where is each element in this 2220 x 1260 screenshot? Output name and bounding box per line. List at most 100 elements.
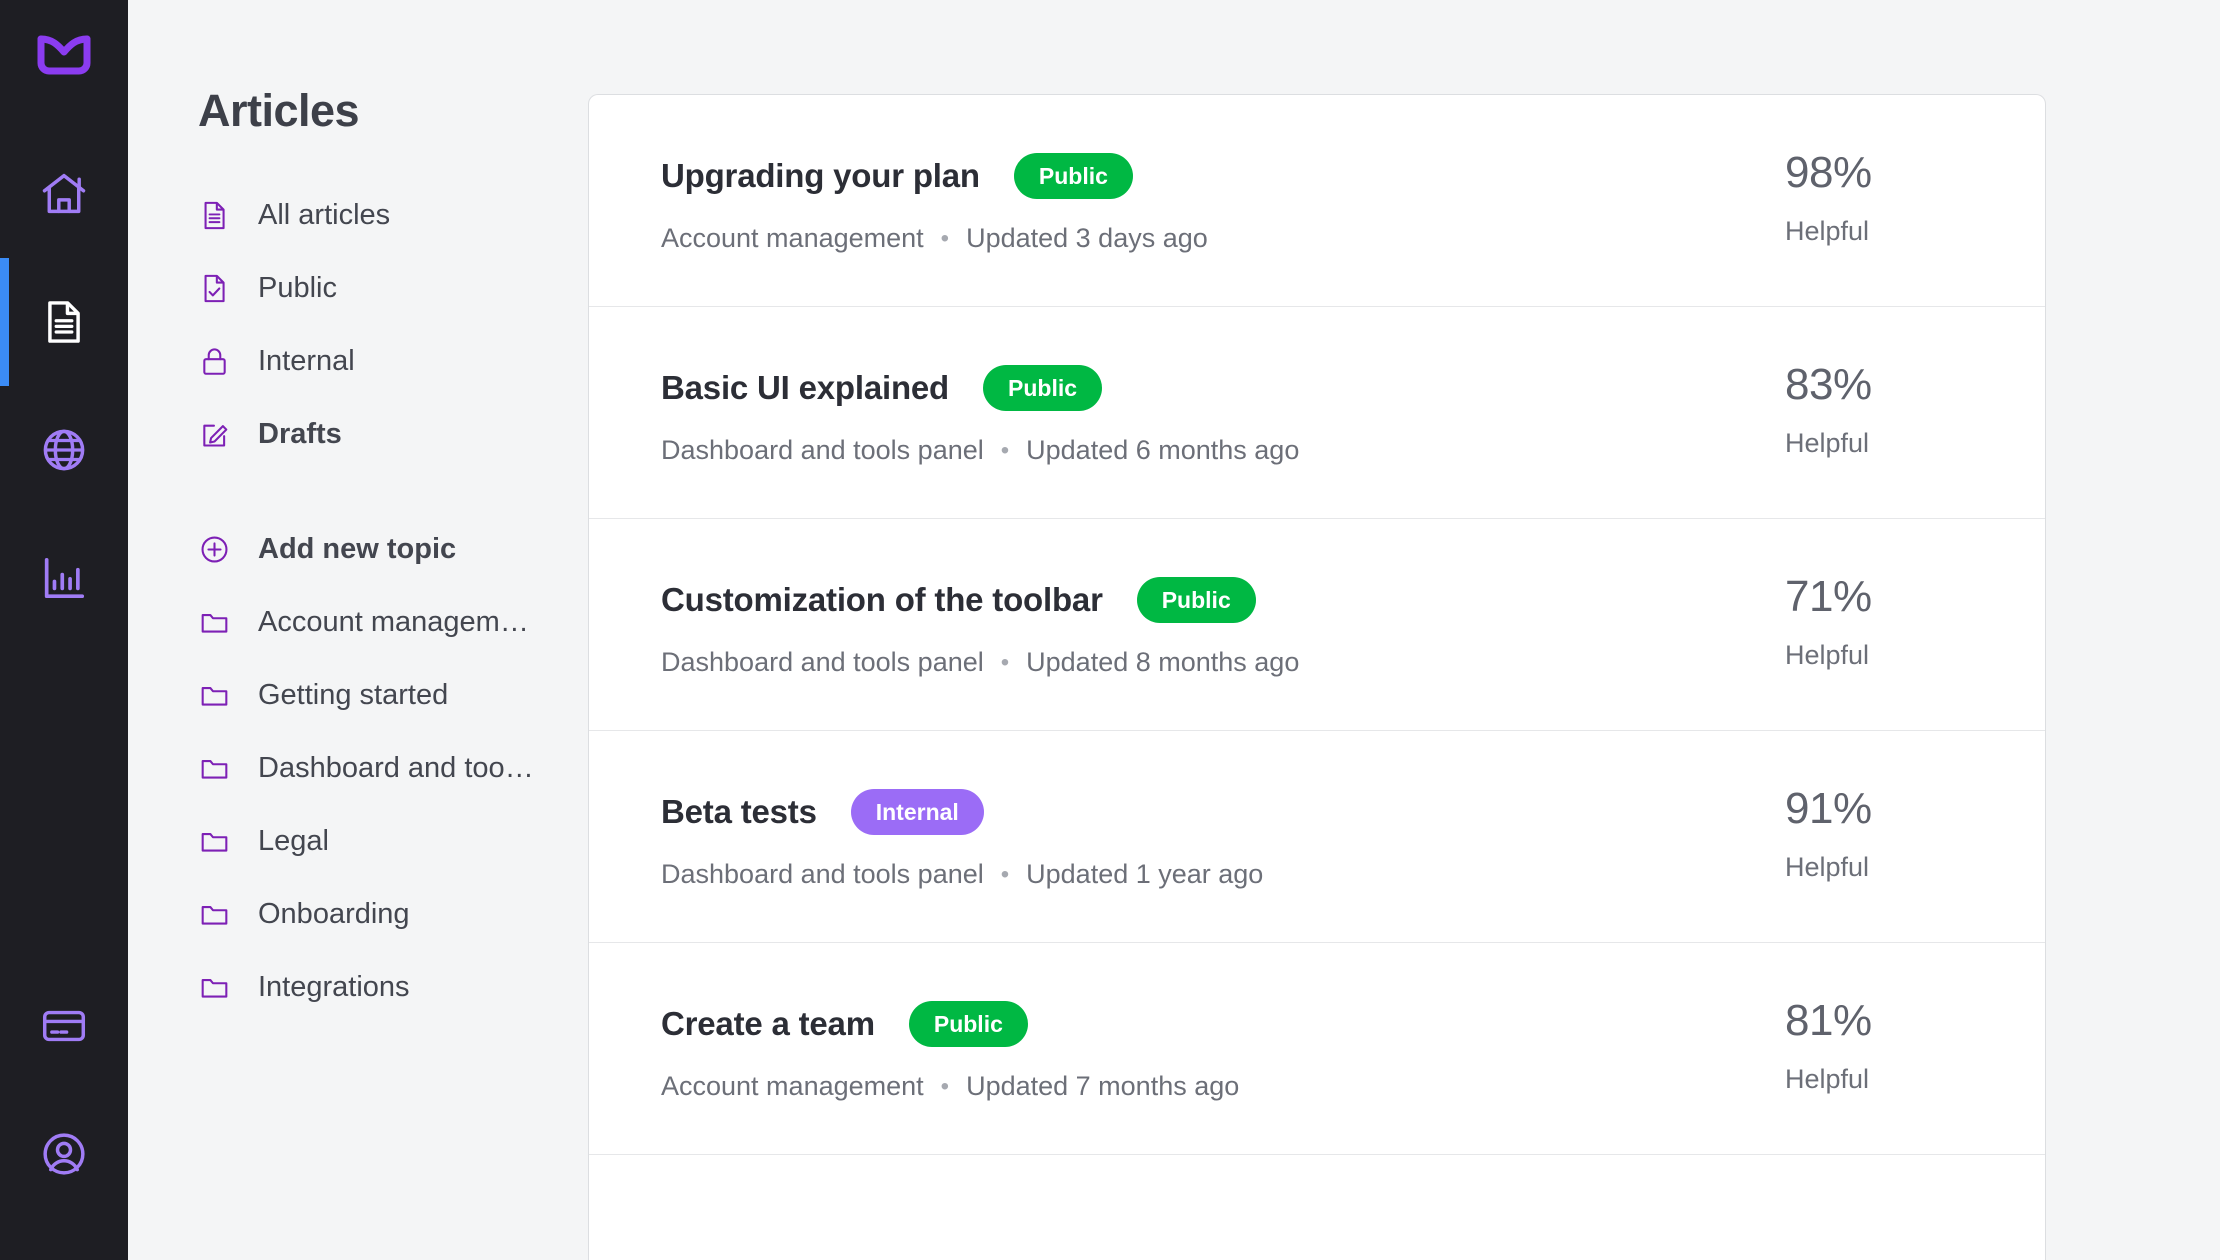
sidebar-item-label: Onboarding: [258, 898, 410, 931]
sidebar-item-account-management[interactable]: Account management: [198, 596, 588, 648]
article-title: Create a team: [661, 1005, 875, 1043]
article-topic: Account management: [661, 223, 924, 254]
active-indicator: [0, 258, 9, 386]
rail-primary-group: [0, 130, 128, 642]
articles-card: Upgrading your plan Public Account manag…: [588, 94, 2046, 1260]
article-heading: Basic UI explained Public: [661, 363, 1715, 413]
rail-item-account[interactable]: [0, 1090, 128, 1218]
sidebar-item-label: Internal: [258, 345, 355, 378]
article-title: Customization of the toolbar: [661, 581, 1103, 619]
article-updated: Updated 7 months ago: [966, 1071, 1239, 1102]
meta-separator: •: [1001, 863, 1009, 887]
score-label: Helpful: [1785, 640, 2045, 671]
article-heading: Create a team Public: [661, 999, 1715, 1049]
sidebar-item-public[interactable]: Public: [198, 262, 588, 314]
rail-item-website[interactable]: [0, 386, 128, 514]
article-updated: Updated 3 days ago: [966, 223, 1208, 254]
article-score: 81% Helpful: [1715, 999, 2045, 1095]
status-badge: Public: [1137, 577, 1256, 623]
folder-icon: [198, 606, 236, 639]
article-topic: Dashboard and tools panel: [661, 647, 984, 678]
article-score: 71% Helpful: [1715, 575, 2045, 671]
rail-item-billing[interactable]: [0, 962, 128, 1090]
sidebar-item-add-new-topic[interactable]: Add new topic: [198, 523, 588, 575]
rail-item-home[interactable]: [0, 130, 128, 258]
sidebar-item-label: Add new topic: [258, 533, 456, 566]
rail-item-articles[interactable]: [0, 258, 128, 386]
app-logo[interactable]: [33, 26, 95, 88]
article-topic: Dashboard and tools panel: [661, 859, 984, 890]
pencil-square-icon: [198, 418, 236, 451]
meta-separator: •: [941, 227, 949, 251]
folder-icon: [198, 898, 236, 931]
article-updated: Updated 6 months ago: [1026, 435, 1299, 466]
sidebar-item-integrations[interactable]: Integrations: [198, 961, 588, 1013]
status-badge: Internal: [851, 789, 984, 835]
articles-sidebar: Articles All articles: [128, 0, 588, 1260]
sidebar-filter-list: All articles Public: [198, 189, 588, 1013]
article-topic: Dashboard and tools panel: [661, 435, 984, 466]
article-info: Beta tests Internal Dashboard and tools …: [661, 787, 1715, 890]
sidebar-item-getting-started[interactable]: Getting started: [198, 669, 588, 721]
table-row[interactable]: Beta tests Internal Dashboard and tools …: [589, 731, 2045, 943]
article-title: Upgrading your plan: [661, 157, 980, 195]
article-meta: Dashboard and tools panel • Updated 8 mo…: [661, 647, 1715, 678]
page-title: Articles: [198, 88, 588, 133]
sidebar-item-label: Drafts: [258, 418, 342, 451]
sidebar-item-label: Public: [258, 272, 337, 305]
plus-circle-icon: [198, 533, 236, 566]
document-check-icon: [198, 272, 236, 305]
article-score: 91% Helpful: [1715, 787, 2045, 883]
sidebar-item-dashboard-and-tools[interactable]: Dashboard and tools…: [198, 742, 588, 794]
score-percent: 81%: [1785, 999, 2045, 1043]
article-info: Customization of the toolbar Public Dash…: [661, 575, 1715, 678]
table-row[interactable]: Upgrading your plan Public Account manag…: [589, 95, 2045, 307]
table-row[interactable]: Create a team Public Account management …: [589, 943, 2045, 1155]
sidebar-item-legal[interactable]: Legal: [198, 815, 588, 867]
article-updated: Updated 8 months ago: [1026, 647, 1299, 678]
article-updated: Updated 1 year ago: [1026, 859, 1263, 890]
score-label: Helpful: [1785, 428, 2045, 459]
article-score: 98% Helpful: [1715, 151, 2045, 247]
table-row[interactable]: Basic UI explained Public Dashboard and …: [589, 307, 2045, 519]
folder-icon: [198, 971, 236, 1004]
sidebar-item-label: Legal: [258, 825, 329, 858]
score-percent: 71%: [1785, 575, 2045, 619]
article-info: Upgrading your plan Public Account manag…: [661, 151, 1715, 254]
table-row-partial[interactable]: [589, 1155, 2045, 1260]
folder-icon: [198, 825, 236, 858]
score-percent: 98%: [1785, 151, 2045, 195]
article-title: Beta tests: [661, 793, 817, 831]
article-topic: Account management: [661, 1071, 924, 1102]
sidebar-item-label: All articles: [258, 199, 390, 232]
article-title: Basic UI explained: [661, 369, 949, 407]
table-row[interactable]: Customization of the toolbar Public Dash…: [589, 519, 2045, 731]
score-label: Helpful: [1785, 852, 2045, 883]
sidebar-item-all-articles[interactable]: All articles: [198, 189, 588, 241]
article-info: Create a team Public Account management …: [661, 999, 1715, 1102]
lock-icon: [198, 345, 236, 378]
score-label: Helpful: [1785, 216, 2045, 247]
status-badge: Public: [983, 365, 1102, 411]
document-lines-icon: [198, 199, 236, 232]
article-heading: Upgrading your plan Public: [661, 151, 1715, 201]
sidebar-item-internal[interactable]: Internal: [198, 335, 588, 387]
score-percent: 83%: [1785, 363, 2045, 407]
sidebar-item-label: Integrations: [258, 971, 410, 1004]
score-label: Helpful: [1785, 1064, 2045, 1095]
article-heading: Customization of the toolbar Public: [661, 575, 1715, 625]
article-info: Basic UI explained Public Dashboard and …: [661, 363, 1715, 466]
status-badge: Public: [909, 1001, 1028, 1047]
meta-separator: •: [1001, 651, 1009, 675]
sidebar-divider-gap: [198, 481, 588, 523]
article-meta: Dashboard and tools panel • Updated 1 ye…: [661, 859, 1715, 890]
rail-item-analytics[interactable]: [0, 514, 128, 642]
main-content: Upgrading your plan Public Account manag…: [588, 0, 2220, 1260]
sidebar-item-label: Getting started: [258, 679, 448, 712]
sidebar-item-label: Dashboard and tools…: [258, 752, 540, 785]
rail-secondary-group: [0, 962, 128, 1218]
sidebar-item-drafts[interactable]: Drafts: [198, 408, 588, 460]
sidebar-item-onboarding[interactable]: Onboarding: [198, 888, 588, 940]
article-meta: Account management • Updated 7 months ag…: [661, 1071, 1715, 1102]
status-badge: Public: [1014, 153, 1133, 199]
